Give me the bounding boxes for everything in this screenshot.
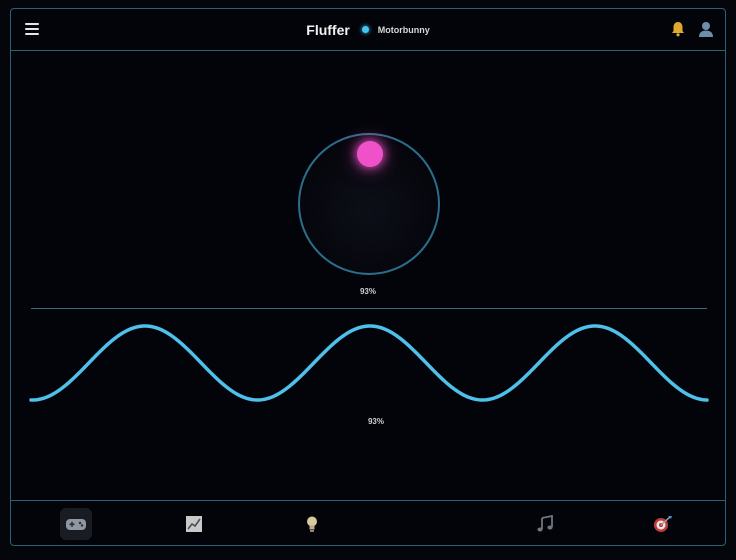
bell-icon[interactable] [669, 20, 687, 38]
chart-icon [186, 516, 202, 532]
orb-joystick-handle[interactable] [357, 141, 383, 167]
tab-chart[interactable] [178, 508, 210, 540]
gamepad-icon [66, 519, 86, 530]
connection-status-dot [362, 26, 370, 34]
user-icon[interactable] [697, 20, 715, 38]
tab-target[interactable] [647, 508, 679, 540]
bottom-tab-bar [11, 500, 725, 545]
tab-music[interactable] [529, 508, 561, 540]
orb-intensity-value: 93% [359, 287, 376, 296]
lightbulb-icon [307, 516, 317, 532]
app-frame: Fluffer Motorbunny 93% 93% [10, 8, 726, 546]
wave-line [29, 324, 709, 402]
device-name: Motorbunny [377, 24, 430, 35]
control-stage: 93% 93% [11, 51, 725, 501]
section-divider [31, 308, 707, 309]
wave-intensity-value: 93% [367, 417, 384, 426]
wave-pattern-graph[interactable] [11, 311, 726, 421]
tab-game[interactable] [60, 508, 92, 540]
app-title: Fluffer [306, 21, 350, 38]
dart-target-icon [654, 516, 672, 532]
music-note-icon [537, 515, 553, 532]
tab-idea[interactable] [296, 508, 328, 540]
brand-area: Fluffer Motorbunny [11, 21, 725, 39]
app-header: Fluffer Motorbunny [11, 9, 725, 51]
